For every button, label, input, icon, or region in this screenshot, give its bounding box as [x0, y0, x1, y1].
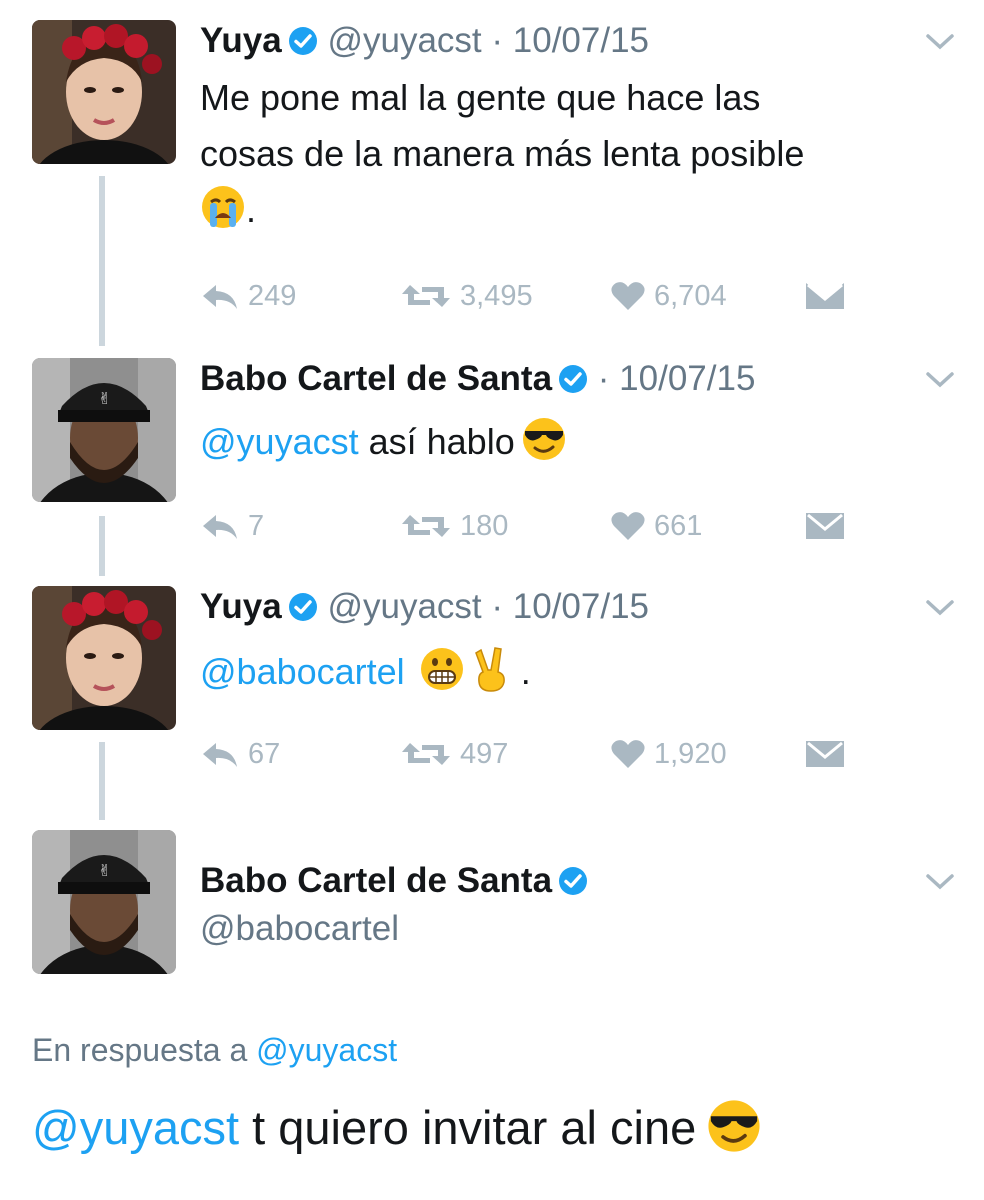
reply-count: 249 [248, 279, 297, 312]
like-button[interactable]: 6,704 [610, 276, 727, 316]
mention-link[interactable]: @yuyacst [32, 1101, 239, 1154]
retweet-button[interactable]: 3,495 [400, 276, 533, 316]
avatar-yuya[interactable] [32, 586, 176, 730]
svg-text:✌: ✌ [98, 861, 111, 880]
envelope-icon [806, 513, 844, 539]
retweet-icon [402, 285, 450, 307]
retweet-icon [402, 743, 450, 765]
retweet-button[interactable]: 180 [400, 506, 508, 546]
victory-hand-icon [471, 646, 511, 708]
tweet[interactable]: ✌ Babo Cartel de Santa · 10/07/15 @yuyac… [0, 358, 984, 558]
reply-icon [203, 285, 237, 309]
sunglasses-face-icon [521, 416, 567, 478]
separator-dot: · [597, 359, 610, 398]
direct-message-button[interactable] [804, 734, 854, 774]
tweet-actions: 67 497 1,920 [200, 734, 860, 774]
sunglasses-face-icon [706, 1098, 762, 1165]
direct-message-button[interactable] [804, 276, 854, 316]
reply-button[interactable]: 7 [200, 506, 264, 546]
reply-count: 7 [248, 509, 265, 542]
tweet-text: Me pone mal la gente que hace las cosas … [200, 70, 804, 246]
timestamp[interactable]: 10/07/15 [619, 359, 755, 398]
mention-link[interactable]: @yuyacst [200, 421, 359, 462]
username-line: @babocartel [200, 908, 399, 950]
like-button[interactable]: 661 [610, 506, 702, 546]
tweet-header: Yuya @yuyacst · 10/07/15 [200, 20, 649, 66]
reply-context: En respuesta a @yuyacst [32, 1032, 397, 1069]
separator-dot: · [491, 21, 504, 60]
tweet-text-line: Me pone mal la gente que hace las [200, 77, 761, 118]
display-name[interactable]: Yuya [200, 587, 282, 626]
heart-icon [611, 740, 645, 768]
username[interactable]: @babocartel [200, 909, 399, 948]
like-count: 661 [654, 509, 703, 542]
verified-badge-icon [558, 362, 588, 404]
svg-text:✌: ✌ [98, 389, 111, 408]
retweet-button[interactable]: 497 [400, 734, 508, 774]
retweet-count: 180 [460, 509, 509, 542]
tweet[interactable]: Yuya @yuyacst · 10/07/15 Me pone mal la … [0, 20, 984, 340]
like-count: 1,920 [654, 737, 727, 770]
direct-message-button[interactable] [804, 506, 854, 546]
tweet-text-period: . [246, 189, 257, 230]
avatar-babo[interactable]: ✌ [32, 830, 176, 974]
username[interactable]: @yuyacst [327, 587, 481, 626]
verified-badge-icon [558, 864, 588, 906]
chevron-down-icon[interactable] [922, 596, 958, 626]
focused-tweet[interactable]: ✌ Babo Cartel de Santa @babocartel [0, 830, 984, 980]
retweet-count: 3,495 [460, 279, 533, 312]
tweet-text-line: . [200, 182, 804, 246]
reply-icon [203, 515, 237, 539]
display-name[interactable]: Babo Cartel de Santa [200, 861, 552, 900]
tweet-text-period: . [520, 651, 531, 692]
avatar-babo[interactable]: ✌ [32, 358, 176, 502]
retweet-count: 497 [460, 737, 509, 770]
retweet-icon [402, 515, 450, 537]
mention-link[interactable]: @yuyacst [256, 1032, 397, 1068]
tweet-actions: 7 180 661 [200, 506, 860, 546]
tweet-header: Yuya @yuyacst · 10/07/15 [200, 586, 649, 632]
tweet-text-line: cosas de la manera más lenta posible [200, 133, 805, 174]
heart-icon [611, 282, 645, 310]
tweet-actions: 249 3,495 6,704 [200, 276, 860, 316]
loudly-crying-face-icon [200, 184, 246, 246]
like-count: 6,704 [654, 279, 727, 312]
tweet-text: @yuyacst así hablo [200, 414, 567, 478]
avatar-yuya[interactable] [32, 20, 176, 164]
heart-icon [611, 512, 645, 540]
tweet-text-content: t quiero invitar al cine [252, 1101, 697, 1154]
display-name[interactable]: Babo Cartel de Santa [200, 359, 552, 398]
timestamp[interactable]: 10/07/15 [513, 21, 649, 60]
reply-button[interactable]: 249 [200, 276, 296, 316]
grimacing-face-icon [419, 646, 465, 708]
mention-link[interactable]: @babocartel [200, 651, 405, 692]
username[interactable]: @yuyacst [327, 21, 481, 60]
reply-context-label: En respuesta a [32, 1032, 248, 1068]
separator-dot: · [491, 587, 504, 626]
reply-count: 67 [248, 737, 281, 770]
tweet-header: Babo Cartel de Santa [200, 860, 588, 906]
chevron-down-icon[interactable] [922, 368, 958, 398]
tweet-text: @babocartel . [200, 644, 531, 708]
like-button[interactable]: 1,920 [610, 734, 727, 774]
chevron-down-icon[interactable] [922, 30, 958, 60]
reply-icon [203, 743, 237, 767]
chevron-down-icon[interactable] [922, 870, 958, 900]
reply-button[interactable]: 67 [200, 734, 280, 774]
verified-badge-icon [288, 590, 318, 632]
verified-badge-icon [288, 24, 318, 66]
display-name[interactable]: Yuya [200, 21, 282, 60]
envelope-icon [806, 283, 844, 309]
envelope-icon [806, 741, 844, 767]
focused-tweet-text: @yuyacst t quiero invitar al cine [32, 1098, 762, 1165]
tweet-text-content: así hablo [368, 421, 515, 462]
timestamp[interactable]: 10/07/15 [513, 587, 649, 626]
tweet[interactable]: Yuya @yuyacst · 10/07/15 @babocartel . 6… [0, 586, 984, 786]
tweet-header: Babo Cartel de Santa · 10/07/15 [200, 358, 755, 404]
